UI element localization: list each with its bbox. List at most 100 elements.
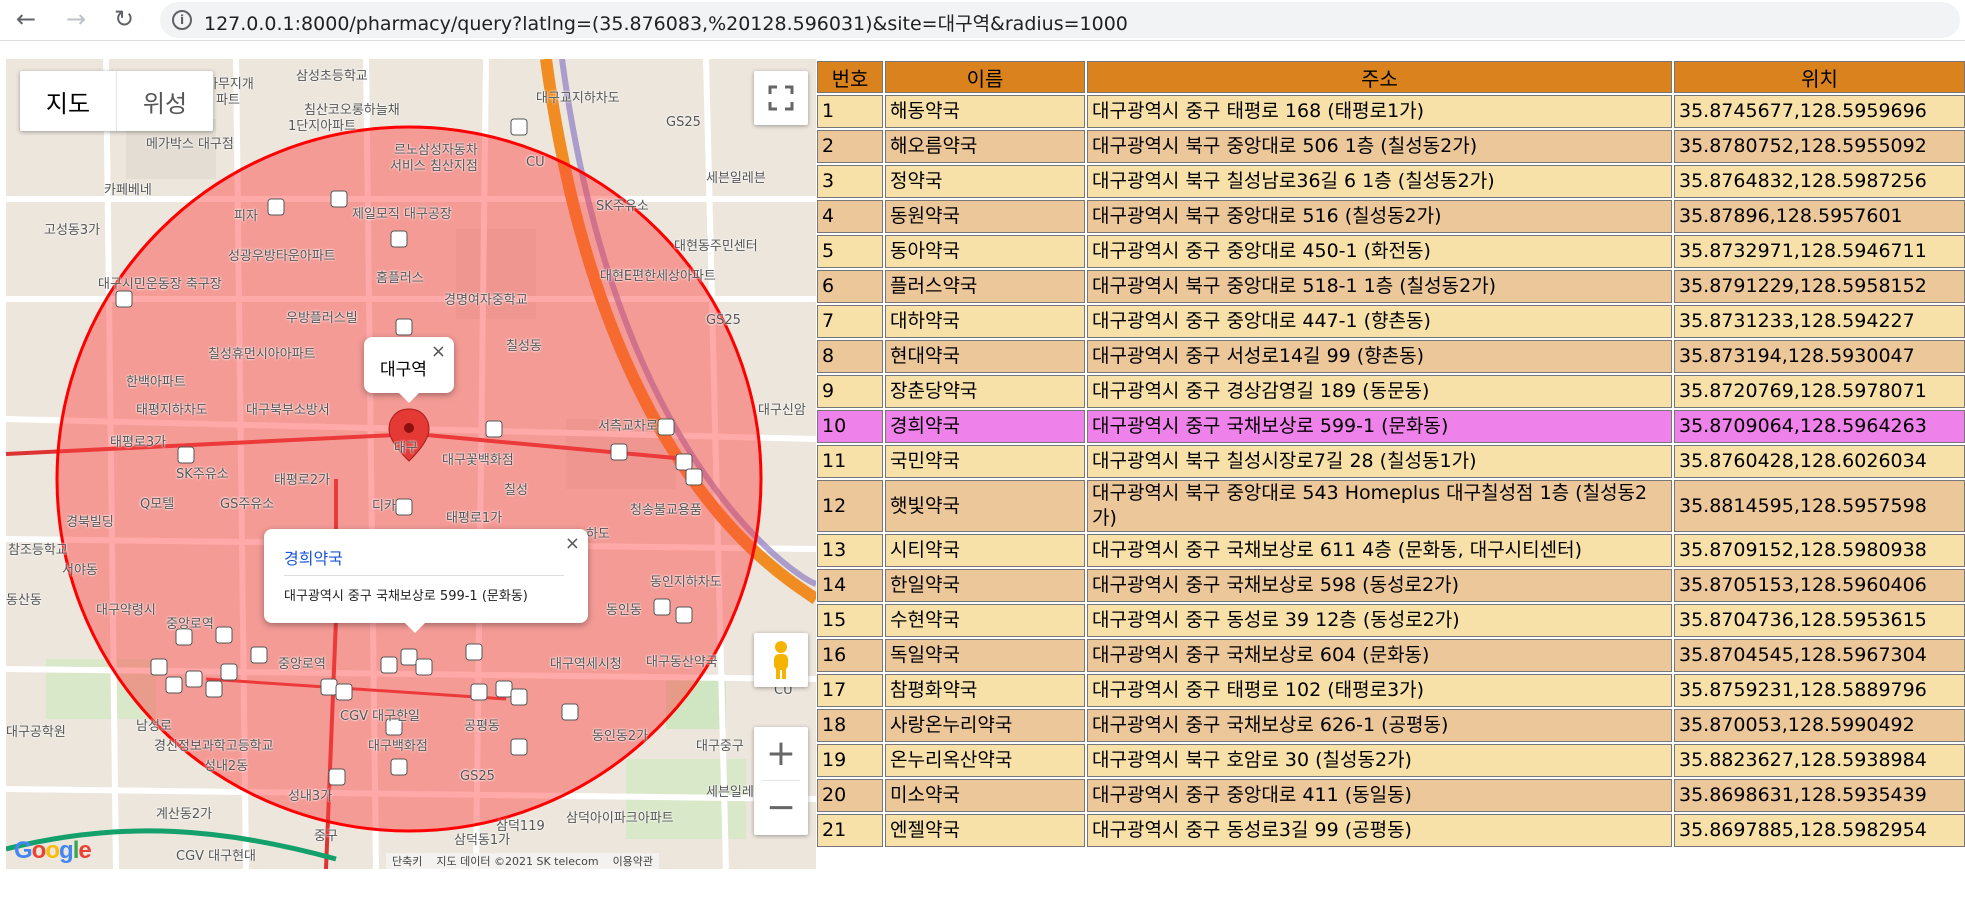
table-row[interactable]: 20 미소약국 대구광역시 중구 중앙대로 411 (동일동) 35.8698631,… — [817, 779, 1965, 812]
cell-location: 35.8760428,128.6026034 — [1674, 445, 1965, 478]
info-icon[interactable]: i — [172, 10, 192, 30]
table-row[interactable]: 14 한일약국 대구광역시 중구 국채보상로 598 (동성로2가) 35.87051… — [817, 569, 1965, 602]
cell-name: 참평화약국 — [885, 674, 1085, 707]
fullscreen-button[interactable] — [754, 71, 808, 125]
map-label: 중앙로역 — [278, 657, 326, 672]
table-row[interactable]: 2 해오름약국 대구광역시 북구 중앙대로 506 1층 (칠성동2가) 35.878… — [817, 130, 1965, 163]
table-row[interactable]: 21 엔젤약국 대구광역시 중구 동성로3길 99 (공평동) 35.8697885,… — [817, 814, 1965, 847]
close-icon[interactable]: × — [431, 341, 446, 362]
cell-address: 대구광역시 중구 경상감영길 189 (동문동) — [1087, 375, 1672, 408]
cell-location: 35.8709152,128.5980938 — [1674, 534, 1965, 567]
map-label: 칠성동 — [506, 339, 542, 354]
map-label: 남성로 — [136, 719, 172, 734]
cell-address: 대구광역시 북구 호암로 30 (칠성동2가) — [1087, 744, 1672, 777]
table-row[interactable]: 4 동원약국 대구광역시 북구 중앙대로 516 (칠성동2가) 35.87896,1… — [817, 200, 1965, 233]
back-button[interactable]: ← — [10, 3, 42, 35]
close-icon[interactable]: × — [565, 533, 580, 554]
map-label: 참조등학교 — [8, 543, 68, 558]
map-label: 대구 — [394, 441, 418, 456]
table-body: 1 해동약국 대구광역시 중구 태평로 168 (태평로1가) 35.8745677,… — [817, 95, 1965, 847]
table-row[interactable]: 5 동아약국 대구광역시 중구 중앙대로 450-1 (화전동) 35.8732971… — [817, 235, 1965, 268]
table-row[interactable]: 1 해동약국 대구광역시 중구 태평로 168 (태평로1가) 35.8745677,… — [817, 95, 1965, 128]
address-bar[interactable]: i 127.0.0.1:8000/pharmacy/query?latlng=(… — [160, 2, 1960, 38]
map-label: 대구교지하차도 — [536, 91, 620, 106]
table-row[interactable]: 19 온누리옥산약국 대구광역시 북구 호암로 30 (칠성동2가) 35.88236… — [817, 744, 1965, 777]
cell-name: 햇빛약국 — [885, 480, 1085, 532]
map-label: 대현E편한세상아파트 — [600, 269, 716, 284]
map-label: GS주유소 — [220, 497, 275, 512]
cell-number: 14 — [817, 569, 883, 602]
cell-name: 온누리옥산약국 — [885, 744, 1085, 777]
map-label: 성내2동 — [204, 759, 249, 774]
map-label: 중구 — [314, 829, 338, 844]
table-row[interactable]: 6 플러스약국 대구광역시 북구 중앙대로 518-1 1층 (칠성동2가) 35.8… — [817, 270, 1965, 303]
url-text[interactable]: 127.0.0.1:8000/pharmacy/query?latlng=(35… — [204, 9, 1128, 36]
map-footer: 단축키 지도 데이터 ©2021 SK telecom 이용약관 — [386, 853, 660, 869]
map-label: 한백아파트 — [126, 375, 186, 390]
cell-location: 35.8709064,128.5964263 — [1674, 410, 1965, 443]
cell-address: 대구광역시 중구 태평로 168 (태평로1가) — [1087, 95, 1672, 128]
cell-number: 6 — [817, 270, 883, 303]
cell-address: 대구광역시 북구 칠성남로36길 6 1층 (칠성동2가) — [1087, 165, 1672, 198]
cell-location: 35.8697885,128.5982954 — [1674, 814, 1965, 847]
forward-button[interactable]: → — [60, 3, 92, 35]
table-row[interactable]: 7 대하약국 대구광역시 중구 중앙대로 447-1 (향촌동) 35.8731233… — [817, 305, 1965, 338]
cell-address: 대구광역시 중구 동성로3길 99 (공평동) — [1087, 814, 1672, 847]
map-label: 경신정보과학고등학교 — [154, 739, 274, 754]
map-label: GS25 — [460, 769, 495, 784]
map-label: CU — [526, 155, 545, 170]
map-label: 대구중구 — [696, 739, 744, 754]
cell-address: 대구광역시 북구 칠성시장로7길 28 (칠성동1가) — [1087, 445, 1672, 478]
cell-location: 35.8704736,128.5953615 — [1674, 604, 1965, 637]
map-label: 경북빌딩 — [66, 515, 114, 530]
header-number: 번호 — [817, 61, 883, 93]
map-data-attribution: 지도 데이터 ©2021 SK telecom — [436, 855, 599, 868]
cell-address: 대구광역시 중구 태평로 102 (태평로3가) — [1087, 674, 1672, 707]
table-row[interactable]: 15 수현약국 대구광역시 중구 동성로 39 12층 (동성로2가) 35.8704… — [817, 604, 1965, 637]
cell-location: 35.8823627,128.5938984 — [1674, 744, 1965, 777]
tab-map[interactable]: 지도 — [20, 71, 116, 131]
table-row[interactable]: 11 국민약국 대구광역시 북구 칠성시장로7길 28 (칠성동1가) 35.8760… — [817, 445, 1965, 478]
map-label: 공평동 — [464, 719, 500, 734]
cell-number: 1 — [817, 95, 883, 128]
map-label: 성내3가 — [288, 789, 333, 804]
map-label: SK주유소 — [176, 467, 229, 482]
cell-address: 대구광역시 중구 국채보상로 599-1 (문화동) — [1087, 410, 1672, 443]
cell-address: 대구광역시 중구 국채보상로 598 (동성로2가) — [1087, 569, 1672, 602]
tab-satellite[interactable]: 위성 — [116, 71, 213, 131]
cell-name: 국민약국 — [885, 445, 1085, 478]
map-label: 동산동 — [6, 593, 42, 608]
keyboard-shortcuts-link[interactable]: 단축키 — [392, 853, 422, 869]
table-row[interactable]: 12 햇빛약국 대구광역시 북구 중앙대로 543 Homeplus 대구칠성점 1… — [817, 480, 1965, 532]
map-label: 계산동2가 — [156, 807, 213, 822]
zoom-out-button[interactable]: − — [754, 781, 808, 834]
map-label: 경명여자중학교 — [444, 293, 528, 308]
google-logo[interactable]: Google — [14, 837, 92, 865]
cell-location: 35.873194,128.5930047 — [1674, 340, 1965, 373]
cell-name: 사랑온누리약국 — [885, 709, 1085, 742]
map-label: 대구북부소방서 — [246, 403, 330, 418]
zoom-in-button[interactable]: + — [754, 727, 808, 780]
map-label: 메가박스 대구점 — [146, 137, 234, 152]
table-row[interactable]: 18 사랑온누리약국 대구광역시 중구 국채보상로 626-1 (공평동) 35.87… — [817, 709, 1965, 742]
table-row[interactable]: 17 참평화약국 대구광역시 중구 태평로 102 (태평로3가) 35.875923… — [817, 674, 1965, 707]
table-row[interactable]: 8 현대약국 대구광역시 중구 서성로14길 99 (향촌동) 35.873194,1… — [817, 340, 1965, 373]
map-label: 대구백화점 — [368, 739, 428, 754]
map-label: 칠성 — [504, 483, 528, 498]
cell-number: 13 — [817, 534, 883, 567]
map-canvas[interactable]: 삼성초등학교 아무지개 파트 침산코오롱하늘채 1단지아파트 메가박스 대구점 … — [6, 59, 816, 869]
map-label: 대구시민운동장 축구장 — [98, 277, 222, 292]
table-row[interactable]: 16 독일약국 대구광역시 중구 국채보상로 604 (문화동) 35.8704545… — [817, 639, 1965, 672]
table-row[interactable]: 9 장춘당약국 대구광역시 중구 경상감영길 189 (동문동) 35.8720769… — [817, 375, 1965, 408]
pegman-icon — [774, 641, 788, 679]
table-row[interactable]: 3 정약국 대구광역시 북구 칠성남로36길 6 1층 (칠성동2가) 35.8764… — [817, 165, 1965, 198]
cell-location: 35.870053,128.5990492 — [1674, 709, 1965, 742]
map-label: 삼덕동1가 — [454, 833, 511, 848]
terms-link[interactable]: 이용약관 — [613, 853, 653, 869]
header-location: 위치 — [1674, 61, 1965, 93]
pegman-button[interactable] — [754, 633, 808, 687]
cell-number: 2 — [817, 130, 883, 163]
reload-button[interactable]: ↻ — [108, 3, 140, 35]
table-row[interactable]: 10 경희약국 대구광역시 중구 국채보상로 599-1 (문화동) 35.87090… — [817, 410, 1965, 443]
table-row[interactable]: 13 시티약국 대구광역시 중구 국채보상로 611 4층 (문화동, 대구시티센터… — [817, 534, 1965, 567]
